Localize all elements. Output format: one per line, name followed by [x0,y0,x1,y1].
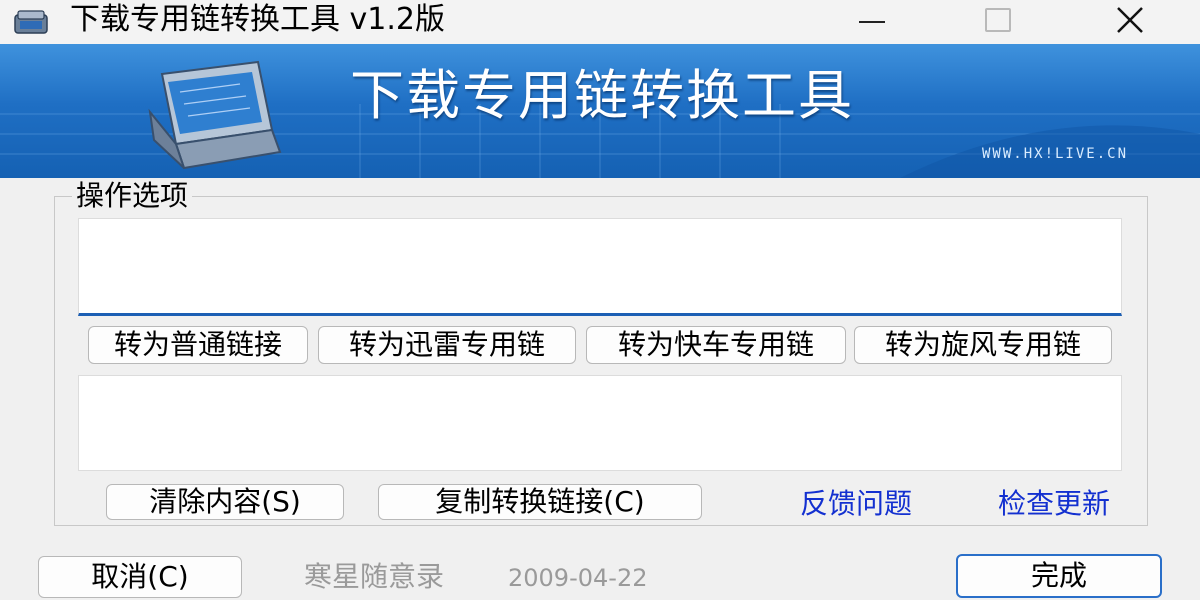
cancel-button[interactable]: 取消(C) [38,556,242,598]
suitcase-icon [148,60,282,170]
banner-title: 下载专用链转换工具 [350,64,854,127]
window-title: 下载专用链转换工具 v1.2版 [70,2,445,37]
options-group-legend: 操作选项 [72,178,193,214]
maximize-icon [985,8,1011,32]
suitcase-icon [14,10,48,34]
convert-flashget-button[interactable]: 转为快车专用链 [586,326,846,364]
close-icon [1117,7,1143,33]
convert-normal-button[interactable]: 转为普通链接 [88,326,308,364]
done-button[interactable]: 完成 [956,554,1162,598]
clear-content-button[interactable]: 清除内容(S) [106,484,344,520]
maximize-button[interactable] [968,0,1028,40]
date-label: 2009-04-22 [508,564,648,592]
close-button[interactable] [1100,0,1160,40]
convert-thunder-button[interactable]: 转为迅雷专用链 [318,326,576,364]
author-label: 寒星随意录 [304,560,445,593]
title-bar[interactable]: 下载专用链转换工具 v1.2版 [0,0,1200,44]
convert-qqxuanfeng-button[interactable]: 转为旋风专用链 [854,326,1112,364]
header-banner: 下载专用链转换工具 WWW.HX!LIVE.CN [0,44,1200,178]
copy-converted-link-button[interactable]: 复制转换链接(C) [378,484,702,520]
link-output-textarea[interactable] [78,375,1122,471]
link-input-textarea[interactable] [78,218,1122,316]
banner-url: WWW.HX!LIVE.CN [982,146,1129,162]
check-update-link[interactable]: 检查更新 [998,486,1110,522]
feedback-link[interactable]: 反馈问题 [800,486,912,522]
minimize-icon [859,21,885,23]
minimize-button[interactable] [842,0,902,40]
